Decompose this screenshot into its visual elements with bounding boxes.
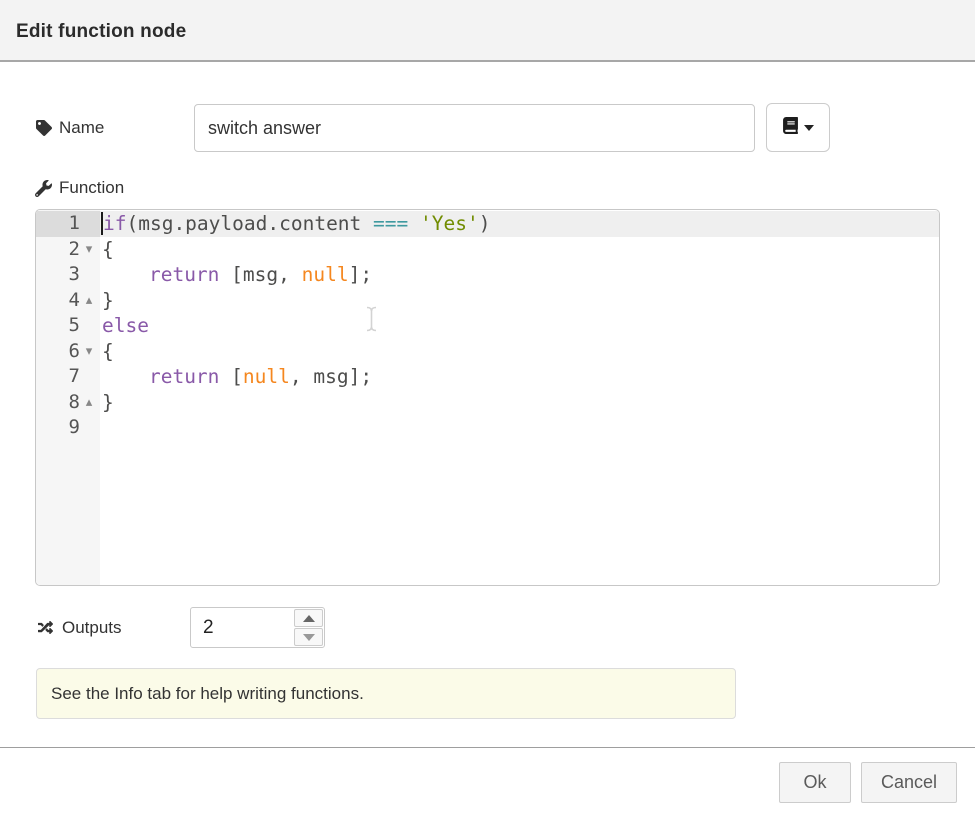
code-text: [100, 415, 102, 441]
line-number: 7: [36, 364, 80, 390]
line-number: 8: [36, 390, 80, 416]
fold-spacer: [80, 364, 98, 390]
code-line[interactable]: 7 return [null, msg];: [36, 364, 939, 390]
fold-close-icon[interactable]: ▴: [80, 288, 98, 314]
outputs-spinner[interactable]: 2: [190, 607, 325, 648]
name-input[interactable]: [194, 104, 755, 152]
form-tip-text: See the Info tab for help writing functi…: [51, 684, 364, 704]
spinner-down-button[interactable]: [294, 628, 323, 646]
library-button[interactable]: [766, 103, 830, 152]
fold-close-icon[interactable]: ▴: [80, 390, 98, 416]
fold-open-icon[interactable]: ▾: [80, 237, 98, 263]
code-line[interactable]: 6▾{: [36, 339, 939, 365]
code-text: }: [100, 288, 114, 314]
code-line[interactable]: 2▾{: [36, 237, 939, 263]
book-icon: [783, 117, 798, 139]
code-line[interactable]: 5 else: [36, 313, 939, 339]
fold-spacer: [80, 262, 98, 288]
code-line[interactable]: 1 if(msg.payload.content === 'Yes'): [36, 211, 939, 237]
line-number: 2: [36, 237, 80, 263]
code-line[interactable]: 4▴}: [36, 288, 939, 314]
fold-open-icon[interactable]: ▾: [80, 339, 98, 365]
wrench-icon: [35, 180, 52, 197]
arrow-up-icon: [303, 615, 315, 622]
spinner-up-button[interactable]: [294, 609, 323, 627]
name-field-label: Name: [36, 104, 104, 152]
code-text: return [msg, null];: [100, 262, 372, 288]
shuffle-icon: [36, 620, 55, 635]
outputs-label-text: Outputs: [62, 618, 122, 638]
code-text: {: [100, 339, 114, 365]
dialog-title: Edit function node: [16, 21, 186, 43]
fold-spacer: [80, 313, 98, 339]
arrow-down-icon: [303, 634, 315, 641]
ok-button[interactable]: Ok: [779, 762, 851, 803]
name-label-text: Name: [59, 118, 104, 138]
outputs-value[interactable]: 2: [191, 608, 293, 647]
code-text: }: [100, 390, 114, 416]
spinner-buttons: [293, 608, 324, 647]
code-line[interactable]: 3 return [msg, null];: [36, 262, 939, 288]
code-text: else: [100, 313, 149, 339]
line-number: 4: [36, 288, 80, 314]
editor-lines: 1if(msg.payload.content === 'Yes')2▾{3 r…: [36, 211, 939, 441]
outputs-field-label: Outputs: [36, 607, 122, 648]
caret-down-icon: [804, 125, 814, 131]
code-text: {: [100, 237, 114, 263]
line-number: 6: [36, 339, 80, 365]
tag-icon: [36, 120, 52, 136]
fold-spacer: [80, 415, 98, 441]
code-line[interactable]: 8▴}: [36, 390, 939, 416]
code-line[interactable]: 9: [36, 415, 939, 441]
line-number: 9: [36, 415, 80, 441]
function-field-label: Function: [35, 176, 124, 200]
footer-separator: [0, 747, 975, 748]
code-text: return [null, msg];: [100, 364, 372, 390]
code-text: if(msg.payload.content === 'Yes'): [100, 211, 490, 237]
function-code-editor[interactable]: 1if(msg.payload.content === 'Yes')2▾{3 r…: [35, 209, 940, 586]
dialog-header: Edit function node: [0, 0, 975, 62]
line-number: 5: [36, 313, 80, 339]
form-tip: See the Info tab for help writing functi…: [36, 668, 736, 719]
line-number: 1: [36, 211, 80, 237]
function-label-text: Function: [59, 178, 124, 198]
cancel-button[interactable]: Cancel: [861, 762, 957, 803]
line-number: 3: [36, 262, 80, 288]
fold-spacer: [80, 211, 98, 237]
